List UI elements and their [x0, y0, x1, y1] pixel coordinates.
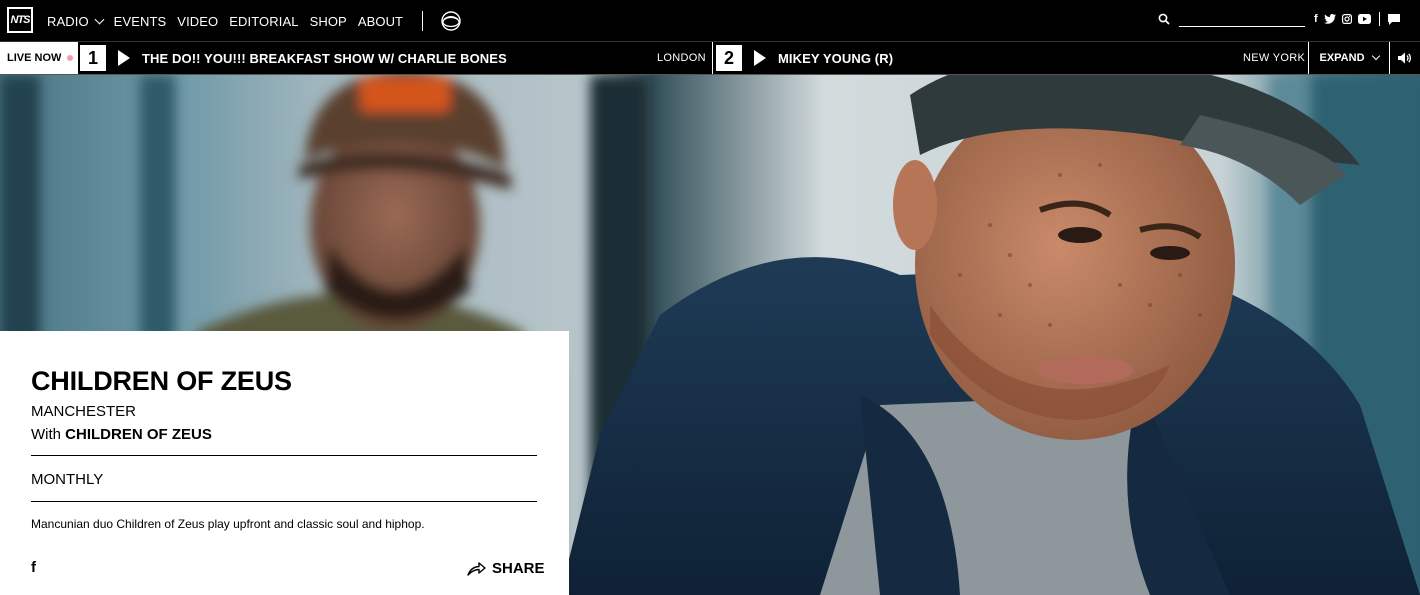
volume-icon [1398, 52, 1412, 64]
show-info-card: CHILDREN OF ZEUS MANCHESTER With CHILDRE… [0, 331, 569, 595]
channel-1-location: LONDON [657, 52, 706, 64]
show-title: CHILDREN OF ZEUS [31, 366, 292, 396]
search-icon[interactable] [1158, 13, 1170, 25]
expand-label: EXPAND [1319, 52, 1365, 64]
nav-links: RADIO EVENTS VIDEO EDITORIAL SHOP ABOUT [47, 0, 462, 42]
youtube-icon[interactable] [1357, 14, 1371, 24]
facebook-icon[interactable]: f [1314, 13, 1318, 25]
channel-show-title: MIKEY YOUNG (R) [778, 50, 894, 66]
live-player-bar: LIVE NOW 1 THE DO!! YOU!!! BREAKFAST SHO… [0, 42, 1420, 75]
nav-item-shop[interactable]: SHOP [310, 14, 347, 29]
channel-1-player[interactable]: 1 THE DO!! YOU!!! BREAKFAST SHOW W/ CHAR… [80, 42, 507, 74]
nav-item-editorial[interactable]: EDITORIAL [229, 14, 298, 29]
facebook-icon[interactable]: f [31, 559, 36, 576]
divider [31, 501, 537, 502]
nav-item-about[interactable]: ABOUT [358, 14, 403, 29]
social-links: f [1314, 12, 1406, 26]
ring-logo-icon[interactable] [440, 10, 462, 32]
nav-item-radio[interactable]: RADIO [47, 13, 105, 29]
show-location: MANCHESTER [31, 403, 137, 420]
share-arrow-icon [467, 562, 486, 576]
nav-item-label: RADIO [47, 13, 89, 29]
channel-divider [712, 42, 713, 74]
nav-divider [422, 11, 424, 31]
volume-button[interactable] [1390, 42, 1420, 74]
share-label: SHARE [492, 560, 545, 577]
play-icon[interactable] [754, 50, 766, 66]
search-area [1158, 11, 1305, 27]
nav-item-video[interactable]: VIDEO [177, 14, 218, 29]
channel-number: 2 [716, 45, 742, 71]
nav-item-events[interactable]: EVENTS [114, 14, 167, 29]
channel-number: 1 [80, 45, 106, 71]
channel-2-location: NEW YORK [1243, 52, 1306, 64]
divider [31, 455, 537, 456]
instagram-icon[interactable] [1341, 14, 1352, 24]
social-divider [1378, 12, 1380, 26]
host-prefix: With [31, 426, 61, 443]
host-name[interactable]: CHILDREN OF ZEUS [65, 426, 212, 443]
show-frequency: MONTHLY [31, 471, 104, 488]
live-now-badge: LIVE NOW [0, 42, 78, 74]
search-input[interactable] [1179, 11, 1305, 27]
nts-logo[interactable]: NTS [7, 7, 33, 33]
show-host-line: With CHILDREN OF ZEUS [31, 426, 212, 443]
play-icon[interactable] [118, 50, 130, 66]
chat-icon[interactable] [1387, 13, 1400, 25]
twitter-icon[interactable] [1323, 14, 1336, 24]
share-button[interactable]: SHARE [467, 560, 545, 577]
expand-button[interactable]: EXPAND [1308, 42, 1390, 74]
channel-show-title: THE DO!! YOU!!! BREAKFAST SHOW W/ CHARLI… [142, 50, 507, 66]
channel-2-player[interactable]: 2 MIKEY YOUNG (R) [716, 42, 893, 74]
show-description: Mancunian duo Children of Zeus play upfr… [31, 517, 425, 531]
chevron-down-icon [94, 14, 105, 24]
live-now-label: LIVE NOW [7, 52, 62, 64]
live-indicator-dot [67, 55, 74, 61]
chevron-down-icon [1371, 51, 1380, 61]
top-navigation: NTS RADIO EVENTS VIDEO EDITORIAL SHOP AB… [0, 0, 1420, 42]
